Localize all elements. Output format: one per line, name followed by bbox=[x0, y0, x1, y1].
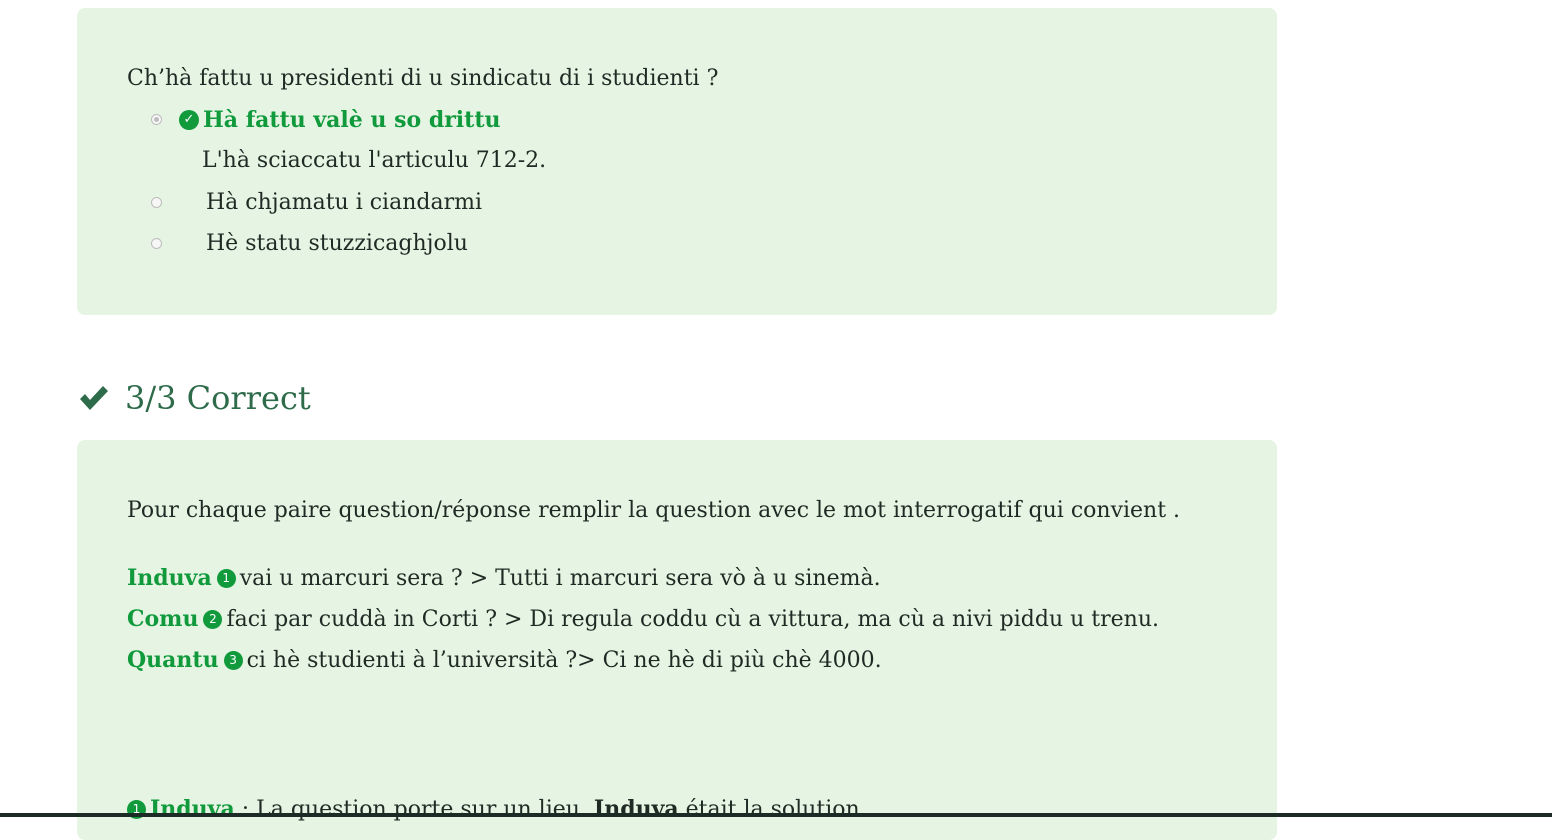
choice-option-1[interactable]: ✓ Hà fattu valè u so drittu bbox=[151, 105, 751, 135]
choice-label: Hè statu stuzzicaghjolu bbox=[206, 231, 468, 256]
question-card: Ch’hà fattu u presidenti di u sindicatu … bbox=[77, 8, 1277, 315]
item-text: faci par cuddà in Corti ? > Di regula co… bbox=[226, 607, 1159, 632]
explanation-text-end: était la solution. bbox=[678, 797, 867, 822]
checkmark-icon bbox=[80, 386, 108, 410]
explanation-text: : La question porte sur un lieu. bbox=[234, 797, 594, 822]
item-text: vai u marcuri sera ? > Tutti i marcuri s… bbox=[239, 566, 881, 591]
answer-word: Comu bbox=[127, 606, 199, 632]
choice-label: Hà fattu valè u so drittu bbox=[203, 107, 501, 133]
bottom-bar bbox=[0, 813, 1552, 817]
fill-item-2: Comu 2 faci par cuddà in Corti ? > Di regu… bbox=[127, 604, 1159, 635]
fill-item-1: Induva 1 vai u marcuri sera ? > Tutti i ma… bbox=[127, 563, 881, 594]
check-circle-icon: ✓ bbox=[179, 110, 199, 130]
fill-item-3: Quantu 3 ci hè studienti à l’università ?>… bbox=[127, 645, 882, 676]
answer-word: Induva bbox=[127, 565, 212, 591]
choice-feedback: L'hà sciaccatu l'articulu 712-2. bbox=[202, 148, 547, 173]
answer-word: Quantu bbox=[127, 647, 219, 673]
explanation-answer-word: Induva bbox=[150, 796, 235, 822]
radio-button[interactable] bbox=[151, 197, 162, 208]
radio-button-selected[interactable] bbox=[151, 114, 162, 125]
choice-option-2[interactable]: Hà chjamatu i ciandarmi bbox=[151, 188, 751, 218]
number-badge: 1 bbox=[216, 568, 236, 588]
question-prompt: Ch’hà fattu u presidenti di u sindicatu … bbox=[127, 66, 719, 91]
choice-label: Hà chjamatu i ciandarmi bbox=[206, 190, 482, 215]
number-badge: 2 bbox=[203, 609, 223, 629]
choice-option-3[interactable]: Hè statu stuzzicaghjolu bbox=[151, 229, 751, 259]
score-text: 3/3 Correct bbox=[125, 379, 311, 417]
item-text: ci hè studienti à l’università ?> Ci ne … bbox=[246, 648, 882, 673]
explanation-line: 1 Induva : La question porte sur un lieu.… bbox=[127, 794, 867, 825]
explanation-keyword: Induva bbox=[593, 796, 679, 822]
radio-button[interactable] bbox=[151, 238, 162, 249]
question-card: Pour chaque paire question/réponse rempl… bbox=[77, 440, 1277, 840]
number-badge: 3 bbox=[223, 650, 243, 670]
question-instruction: Pour chaque paire question/réponse rempl… bbox=[127, 498, 1181, 523]
